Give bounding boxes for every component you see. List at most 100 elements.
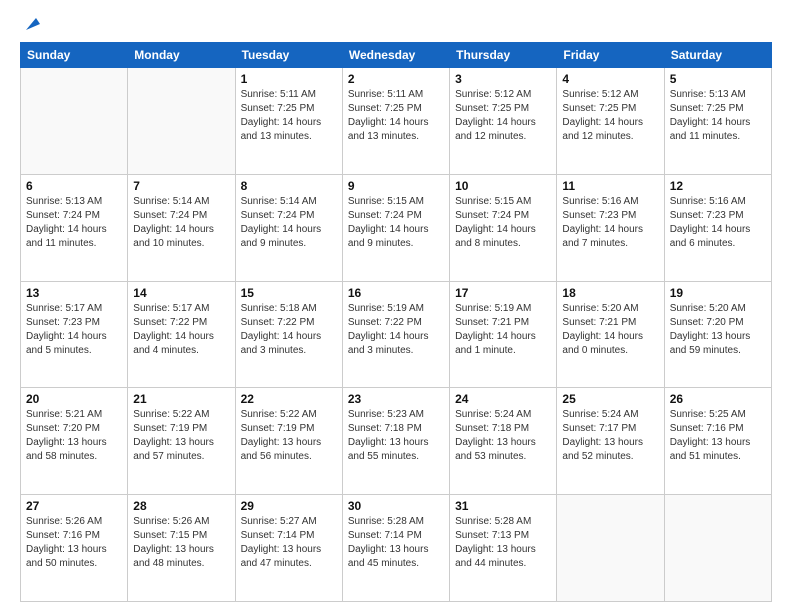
calendar-cell [664,495,771,602]
calendar-cell: 27 Sunrise: 5:26 AM Sunset: 7:16 PM Dayli… [21,495,128,602]
weekday-monday: Monday [128,43,235,68]
day-info: Sunrise: 5:26 AM Sunset: 7:16 PM Dayligh… [26,515,122,571]
day-info: Sunrise: 5:15 AM Sunset: 7:24 PM Dayligh… [348,195,444,251]
day-number: 23 [348,392,444,406]
day-info: Sunrise: 5:20 AM Sunset: 7:20 PM Dayligh… [670,302,766,358]
calendar-cell: 17Sunrise: 5:19 AM Sunset: 7:21 PM Dayli… [450,281,557,388]
day-number: 11 [562,179,658,193]
day-number: 13 [26,286,122,300]
day-number: 22 [241,392,337,406]
day-info: Sunrise: 5:19 AM Sunset: 7:22 PM Dayligh… [348,302,444,358]
page: SundayMondayTuesdayWednesdayThursdayFrid… [0,0,792,612]
calendar-cell: 28 Sunrise: 5:26 AM Sunset: 7:15 PM Dayli… [128,495,235,602]
weekday-wednesday: Wednesday [342,43,449,68]
day-number: 29 [241,499,337,513]
calendar-cell: 10 Sunrise: 5:15 AM Sunset: 7:24 PM Dayli… [450,174,557,281]
calendar-cell [557,495,664,602]
day-number: 24 [455,392,551,406]
weekday-header-row: SundayMondayTuesdayWednesdayThursdayFrid… [21,43,772,68]
day-info: Sunrise: 5:17 AM Sunset: 7:23 PM Dayligh… [26,302,122,358]
day-info: Sunrise: 5:28 AM Sunset: 7:14 PM Dayligh… [348,515,444,571]
day-info: Sunrise: 5:15 AM Sunset: 7:24 PM Dayligh… [455,195,551,251]
day-number: 30 [348,499,444,513]
day-number: 8 [241,179,337,193]
day-info: Sunrise: 5:16 AM Sunset: 7:23 PM Dayligh… [670,195,766,251]
calendar-cell: 26 Sunrise: 5:25 AM Sunset: 7:16 PM Dayli… [664,388,771,495]
day-number: 25 [562,392,658,406]
logo-icon [22,14,40,32]
calendar-cell: 12 Sunrise: 5:16 AM Sunset: 7:23 PM Dayli… [664,174,771,281]
day-info: Sunrise: 5:14 AM Sunset: 7:24 PM Dayligh… [133,195,229,251]
day-number: 9 [348,179,444,193]
calendar-cell: 1 Sunrise: 5:11 AM Sunset: 7:25 PM Daylig… [235,68,342,175]
day-number: 21 [133,392,229,406]
day-number: 14 [133,286,229,300]
calendar-cell: 5Sunrise: 5:13 AM Sunset: 7:25 PM Daylig… [664,68,771,175]
calendar-cell: 23 Sunrise: 5:23 AM Sunset: 7:18 PM Dayli… [342,388,449,495]
day-info: Sunrise: 5:13 AM Sunset: 7:24 PM Dayligh… [26,195,122,251]
day-number: 31 [455,499,551,513]
week-row-2: 6 Sunrise: 5:13 AM Sunset: 7:24 PM Daylig… [21,174,772,281]
calendar-cell [21,68,128,175]
calendar-cell: 6 Sunrise: 5:13 AM Sunset: 7:24 PM Daylig… [21,174,128,281]
day-number: 4 [562,72,658,86]
calendar-cell: 22 Sunrise: 5:22 AM Sunset: 7:19 PM Dayli… [235,388,342,495]
day-info: Sunrise: 5:14 AM Sunset: 7:24 PM Dayligh… [241,195,337,251]
day-info: Sunrise: 5:17 AM Sunset: 7:22 PM Dayligh… [133,302,229,358]
day-info: Sunrise: 5:26 AM Sunset: 7:15 PM Dayligh… [133,515,229,571]
week-row-4: 20 Sunrise: 5:21 AM Sunset: 7:20 PM Dayli… [21,388,772,495]
day-info: Sunrise: 5:27 AM Sunset: 7:14 PM Dayligh… [241,515,337,571]
day-number: 19 [670,286,766,300]
calendar-cell: 16Sunrise: 5:19 AM Sunset: 7:22 PM Dayli… [342,281,449,388]
day-number: 3 [455,72,551,86]
calendar-cell: 11 Sunrise: 5:16 AM Sunset: 7:23 PM Dayli… [557,174,664,281]
calendar-table: SundayMondayTuesdayWednesdayThursdayFrid… [20,42,772,602]
day-info: Sunrise: 5:13 AM Sunset: 7:25 PM Dayligh… [670,88,766,144]
day-number: 1 [241,72,337,86]
day-info: Sunrise: 5:12 AM Sunset: 7:25 PM Dayligh… [562,88,658,144]
weekday-thursday: Thursday [450,43,557,68]
day-number: 10 [455,179,551,193]
calendar-cell: 25Sunrise: 5:24 AM Sunset: 7:17 PM Dayli… [557,388,664,495]
calendar-cell: 15 Sunrise: 5:18 AM Sunset: 7:22 PM Dayli… [235,281,342,388]
day-number: 2 [348,72,444,86]
calendar-cell: 21 Sunrise: 5:22 AM Sunset: 7:19 PM Dayli… [128,388,235,495]
calendar-cell: 14 Sunrise: 5:17 AM Sunset: 7:22 PM Dayli… [128,281,235,388]
calendar-cell: 7 Sunrise: 5:14 AM Sunset: 7:24 PM Daylig… [128,174,235,281]
calendar-cell: 9 Sunrise: 5:15 AM Sunset: 7:24 PM Daylig… [342,174,449,281]
day-number: 6 [26,179,122,193]
week-row-1: 1 Sunrise: 5:11 AM Sunset: 7:25 PM Daylig… [21,68,772,175]
day-info: Sunrise: 5:23 AM Sunset: 7:18 PM Dayligh… [348,408,444,464]
day-info: Sunrise: 5:11 AM Sunset: 7:25 PM Dayligh… [241,88,337,144]
calendar-cell: 3 Sunrise: 5:12 AM Sunset: 7:25 PM Daylig… [450,68,557,175]
day-number: 28 [133,499,229,513]
calendar-cell: 8 Sunrise: 5:14 AM Sunset: 7:24 PM Daylig… [235,174,342,281]
day-number: 15 [241,286,337,300]
calendar-cell: 4 Sunrise: 5:12 AM Sunset: 7:25 PM Daylig… [557,68,664,175]
day-info: Sunrise: 5:22 AM Sunset: 7:19 PM Dayligh… [133,408,229,464]
header [20,16,772,32]
day-number: 12 [670,179,766,193]
day-info: Sunrise: 5:22 AM Sunset: 7:19 PM Dayligh… [241,408,337,464]
calendar-cell: 13 Sunrise: 5:17 AM Sunset: 7:23 PM Dayli… [21,281,128,388]
day-info: Sunrise: 5:24 AM Sunset: 7:18 PM Dayligh… [455,408,551,464]
day-number: 17 [455,286,551,300]
calendar-cell: 30 Sunrise: 5:28 AM Sunset: 7:14 PM Dayli… [342,495,449,602]
calendar-cell: 2Sunrise: 5:11 AM Sunset: 7:25 PM Daylig… [342,68,449,175]
day-number: 27 [26,499,122,513]
calendar-cell: 31Sunrise: 5:28 AM Sunset: 7:13 PM Dayli… [450,495,557,602]
day-info: Sunrise: 5:20 AM Sunset: 7:21 PM Dayligh… [562,302,658,358]
day-number: 26 [670,392,766,406]
weekday-saturday: Saturday [664,43,771,68]
day-info: Sunrise: 5:21 AM Sunset: 7:20 PM Dayligh… [26,408,122,464]
logo [20,16,40,32]
day-info: Sunrise: 5:12 AM Sunset: 7:25 PM Dayligh… [455,88,551,144]
calendar-cell: 24 Sunrise: 5:24 AM Sunset: 7:18 PM Dayli… [450,388,557,495]
day-number: 7 [133,179,229,193]
day-info: Sunrise: 5:25 AM Sunset: 7:16 PM Dayligh… [670,408,766,464]
day-info: Sunrise: 5:18 AM Sunset: 7:22 PM Dayligh… [241,302,337,358]
day-number: 20 [26,392,122,406]
calendar-cell: 18Sunrise: 5:20 AM Sunset: 7:21 PM Dayli… [557,281,664,388]
day-info: Sunrise: 5:16 AM Sunset: 7:23 PM Dayligh… [562,195,658,251]
week-row-3: 13 Sunrise: 5:17 AM Sunset: 7:23 PM Dayli… [21,281,772,388]
